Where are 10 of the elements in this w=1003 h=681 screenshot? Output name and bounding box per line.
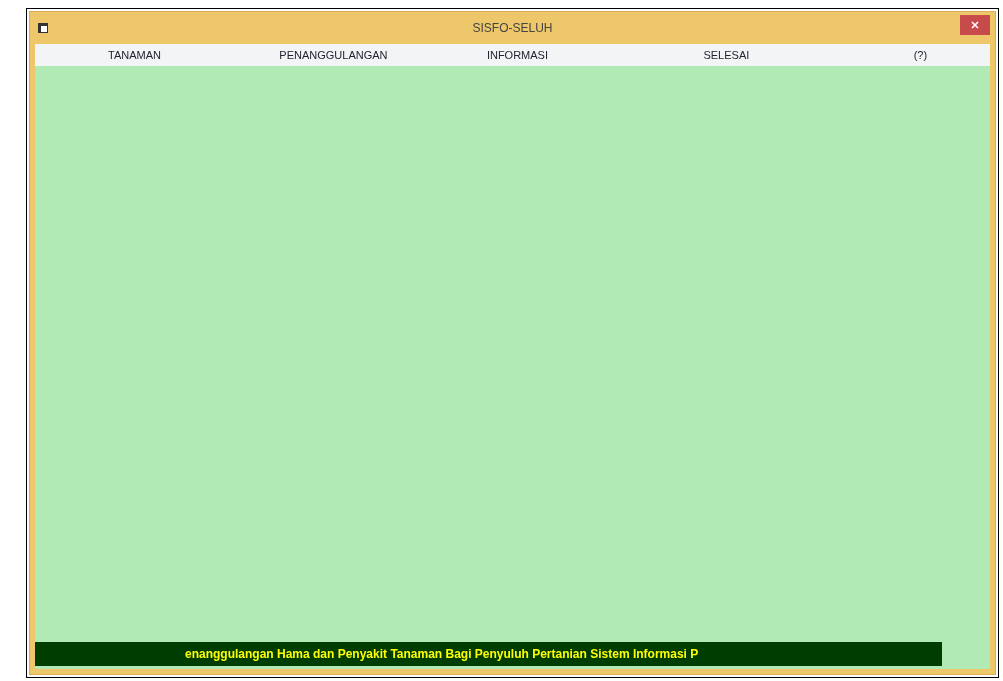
menu-item[interactable]: SELESAI xyxy=(699,46,754,64)
close-button[interactable] xyxy=(960,15,990,35)
menu-item[interactable]: (?) xyxy=(909,46,932,64)
marquee-text: enanggulangan Hama dan Penyakit Tanaman Bagi Penyuluh Pertanian Sistem Informasi P xyxy=(185,646,699,663)
menu-item[interactable]: TANAMAN xyxy=(104,46,165,64)
app-icon xyxy=(37,22,49,34)
close-icon xyxy=(971,21,979,29)
menu-item[interactable]: PENANGGULANGAN xyxy=(275,46,392,64)
window-title: SISFO-SELUH xyxy=(472,20,553,37)
menu-item[interactable]: INFORMASI xyxy=(482,46,552,64)
